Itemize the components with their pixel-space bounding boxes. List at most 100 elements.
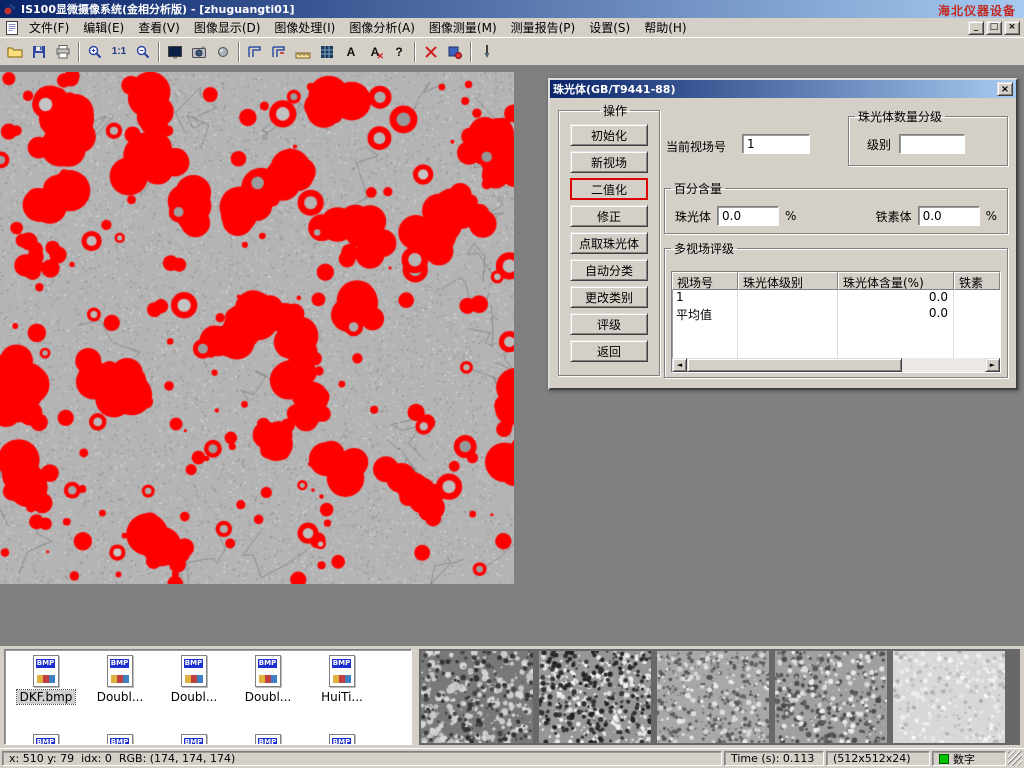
- open-button[interactable]: [3, 40, 27, 63]
- menu-item-measure-report[interactable]: 测量报告(P): [504, 17, 583, 38]
- measure-button[interactable]: [267, 40, 291, 63]
- print-button[interactable]: [51, 40, 75, 63]
- dialog-title-bar[interactable]: 珠光体(GB/T9441-88) ×: [550, 80, 1016, 98]
- menu-item-image-display[interactable]: 图像显示(D): [187, 17, 268, 38]
- file-item[interactable]: BMP: [305, 734, 379, 745]
- grade-input[interactable]: [899, 134, 965, 154]
- btn-change-class[interactable]: 更改类别: [570, 286, 648, 308]
- header-pearlite-content[interactable]: 珠光体含量(%): [838, 272, 954, 290]
- menu-item-edit[interactable]: 编辑(E): [76, 17, 131, 38]
- toolbar-separator: [414, 42, 416, 62]
- ferrite-percent-input[interactable]: [918, 206, 980, 226]
- file-item[interactable]: BMP: [157, 734, 231, 745]
- thumbnail-image[interactable]: [893, 651, 1005, 743]
- file-item[interactable]: BMP Doubl...: [157, 655, 231, 704]
- capture-button[interactable]: [211, 40, 235, 63]
- btn-return[interactable]: 返回: [570, 340, 648, 362]
- minimize-icon[interactable]: _: [968, 21, 984, 35]
- header-field-no[interactable]: 视场号: [672, 272, 738, 290]
- dropper-button[interactable]: [475, 40, 499, 63]
- header-pearlite-level[interactable]: 珠光体级别: [738, 272, 838, 290]
- scroll-left-icon[interactable]: ◄: [672, 358, 687, 372]
- ruler-button[interactable]: [291, 40, 315, 63]
- menu-item-view[interactable]: 查看(V): [131, 17, 187, 38]
- grid-button[interactable]: [315, 40, 339, 63]
- caliper-icon: [247, 44, 263, 60]
- scroll-right-icon[interactable]: ►: [985, 358, 1000, 372]
- help-button[interactable]: ?: [387, 40, 411, 63]
- table-row[interactable]: 1 0.0: [672, 290, 1000, 306]
- file-item[interactable]: BMP: [83, 734, 157, 745]
- menu-item-help[interactable]: 帮助(H): [637, 17, 693, 38]
- dialog-close-icon[interactable]: ×: [997, 82, 1013, 96]
- header-ferrite[interactable]: 铁素: [954, 272, 1000, 290]
- zoom-out-button[interactable]: [131, 40, 155, 63]
- operation-group: 操作 初始化 新视场 二值化 修正 点取珠光体 自动分类 更改类别 评级 返回: [558, 102, 660, 376]
- resize-grip[interactable]: [1008, 751, 1022, 766]
- table-horizontal-scrollbar[interactable]: ◄ ►: [672, 358, 1000, 372]
- percent-group-label: 百分含量: [671, 180, 725, 197]
- menu-item-settings[interactable]: 设置(S): [582, 17, 637, 38]
- status-image-size: (512x512x24): [826, 751, 930, 766]
- thumbnail-image[interactable]: [657, 651, 769, 743]
- camera-icon: [191, 44, 207, 60]
- bmp-file-icon: BMP: [329, 655, 355, 687]
- video-preview-icon: [167, 44, 183, 60]
- marker-button[interactable]: [443, 40, 467, 63]
- file-item[interactable]: BMP Doubl...: [231, 655, 305, 704]
- document-icon[interactable]: [6, 21, 18, 35]
- current-field-input[interactable]: [742, 134, 810, 154]
- cell-content: 0.0: [838, 306, 954, 322]
- file-item[interactable]: BMP DKF.bmp: [9, 655, 83, 704]
- btn-pick-pearlite[interactable]: 点取珠光体: [570, 232, 648, 254]
- toolbar-separator: [78, 42, 80, 62]
- file-item[interactable]: BMP Doubl...: [83, 655, 157, 704]
- btn-rate[interactable]: 评级: [570, 313, 648, 335]
- scroll-track[interactable]: [687, 358, 985, 372]
- close-icon[interactable]: ×: [1004, 21, 1020, 35]
- zoom-actual-button[interactable]: 1:1: [107, 40, 131, 63]
- text-button[interactable]: A: [339, 40, 363, 63]
- thumbnail-image[interactable]: [421, 651, 533, 743]
- thumbnail-image[interactable]: [539, 651, 651, 743]
- restore-icon[interactable]: □: [986, 21, 1002, 35]
- bmp-banner: BMP: [110, 659, 129, 668]
- bmp-file-icon: BMP: [255, 734, 281, 745]
- zoom-in-button[interactable]: [83, 40, 107, 63]
- bmp-file-icon: BMP: [181, 655, 207, 687]
- capture-icon: [215, 44, 231, 60]
- micrograph-image[interactable]: [0, 72, 514, 584]
- text-delete-button[interactable]: A✕: [363, 40, 387, 63]
- btn-correct[interactable]: 修正: [570, 205, 648, 227]
- btn-auto-classify[interactable]: 自动分类: [570, 259, 648, 281]
- file-item[interactable]: BMP HuiTi...: [305, 655, 379, 704]
- pearlite-percent-input[interactable]: [717, 206, 779, 226]
- cut-button[interactable]: [419, 40, 443, 63]
- menu-item-image-analysis[interactable]: 图像分析(A): [342, 17, 422, 38]
- mdi-window-controls: _ □ ×: [966, 21, 1022, 35]
- file-item[interactable]: BMP: [231, 734, 305, 745]
- zoom-out-icon: [135, 44, 151, 60]
- ruler-icon: [295, 44, 311, 60]
- caliper-button[interactable]: [243, 40, 267, 63]
- bottom-panel: BMP DKF.bmp BMP Doubl... BMP Doubl... BM…: [0, 646, 1024, 748]
- file-item[interactable]: BMP: [9, 734, 83, 745]
- menu-item-image-process[interactable]: 图像处理(I): [267, 17, 342, 38]
- dialog-title: 珠光体(GB/T9441-88): [553, 81, 997, 97]
- btn-new-field[interactable]: 新视场: [570, 151, 648, 173]
- table-row[interactable]: 平均值 0.0: [672, 306, 1000, 322]
- camera-button[interactable]: [187, 40, 211, 63]
- help-label: ?: [395, 45, 402, 59]
- grade-label: 级别: [867, 136, 891, 153]
- btn-initialize[interactable]: 初始化: [570, 124, 648, 146]
- menu-item-file[interactable]: 文件(F): [22, 17, 76, 38]
- bmp-banner: BMP: [258, 738, 277, 745]
- btn-binarize[interactable]: 二值化: [570, 178, 648, 200]
- save-button[interactable]: [27, 40, 51, 63]
- menu-item-image-measure[interactable]: 图像测量(M): [422, 17, 504, 38]
- video-preview-button[interactable]: [163, 40, 187, 63]
- thumbnail-image[interactable]: [775, 651, 887, 743]
- scroll-thumb[interactable]: [687, 358, 902, 372]
- toolbar-separator: [470, 42, 472, 62]
- bmp-art: [259, 675, 277, 683]
